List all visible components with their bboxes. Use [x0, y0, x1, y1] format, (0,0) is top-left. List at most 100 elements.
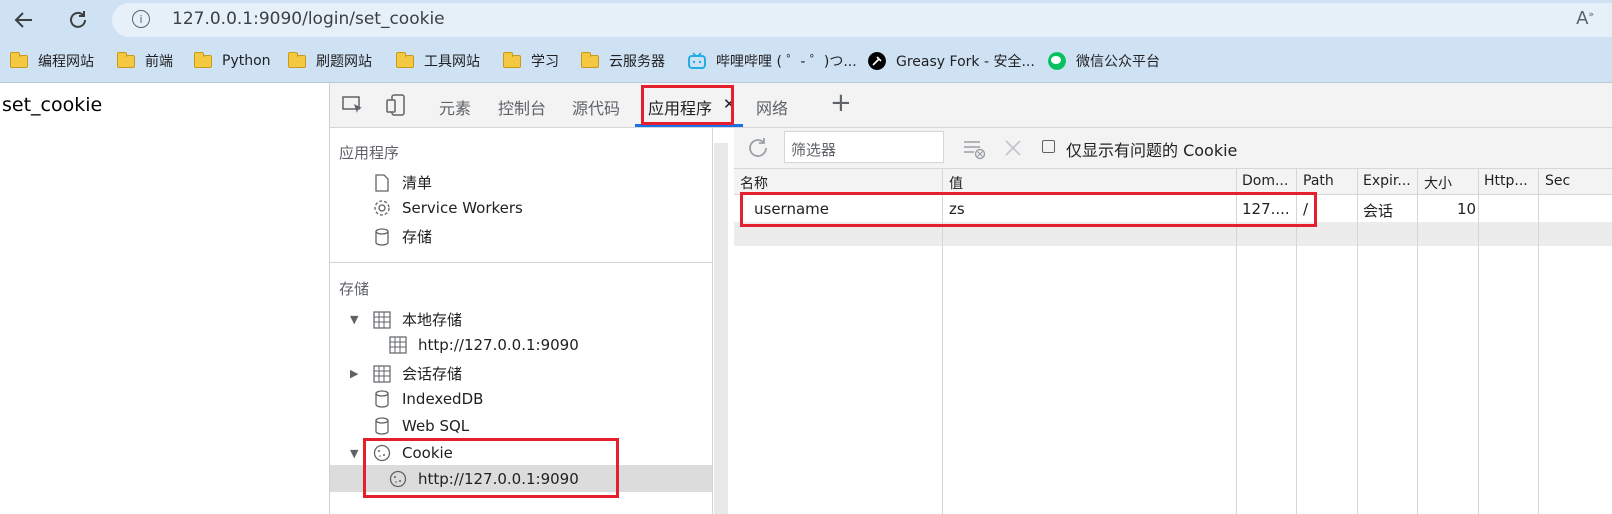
- sidebar-item-local-storage[interactable]: ▼ 本地存储: [350, 309, 462, 330]
- folder-icon: [396, 51, 414, 68]
- grid-icon: [373, 364, 391, 383]
- tab-console[interactable]: 控制台: [498, 95, 546, 119]
- bookmark-item[interactable]: 哔哩哔哩 ( ゜- ゜)つ...: [688, 50, 857, 72]
- folder-icon: [117, 51, 135, 68]
- column-divider: [1478, 169, 1479, 514]
- bookmark-label: 微信公众平台: [1076, 54, 1160, 70]
- sidebar-item-manifest[interactable]: 清单: [373, 172, 432, 193]
- bookmark-item[interactable]: 工具网站: [396, 50, 480, 72]
- cell-size: 10: [1457, 200, 1477, 218]
- bookmark-item[interactable]: 刷题网站: [288, 50, 372, 72]
- url-text: 127.0.0.1:9090/login/set_cookie: [172, 9, 445, 29]
- tab-sources[interactable]: 源代码: [572, 95, 620, 119]
- bookmark-item[interactable]: 前端: [117, 50, 173, 72]
- back-button[interactable]: [8, 4, 40, 36]
- column-divider: [1357, 169, 1358, 514]
- folder-icon: [581, 51, 599, 68]
- sidebar-item-label: 存储: [402, 228, 433, 246]
- bookmark-label: Python: [222, 53, 271, 69]
- bookmark-item[interactable]: 云服务器: [581, 50, 665, 72]
- greasyfork-icon: [868, 52, 886, 70]
- only-issues-checkbox[interactable]: [1042, 140, 1055, 153]
- bookmark-item[interactable]: Greasy Fork - 安全...: [868, 50, 1035, 72]
- highlight-box-cookie: [363, 438, 619, 498]
- reader-mode-icon[interactable]: A»: [1576, 8, 1594, 29]
- cookie-panel: 筛选器 仅显示有问题的 Cookie 名称 值 Dom... Path Expi…: [734, 128, 1612, 514]
- tab-network[interactable]: 网络: [756, 95, 788, 119]
- bookmark-label: 刷题网站: [316, 54, 372, 70]
- bookmark-item[interactable]: Python: [194, 50, 271, 72]
- sidebar-item-label: 本地存储: [402, 311, 463, 329]
- column-header-value[interactable]: 值: [949, 173, 963, 193]
- bookmark-item[interactable]: 编程网站: [10, 50, 94, 72]
- inspect-element-icon[interactable]: [342, 95, 364, 115]
- column-header-expires[interactable]: Expir...: [1363, 173, 1417, 189]
- divider: [330, 262, 712, 263]
- site-info-icon[interactable]: i: [132, 10, 150, 28]
- refresh-icon[interactable]: [746, 136, 770, 160]
- column-header-domain[interactable]: Dom...: [1242, 173, 1294, 189]
- bookmark-label: Greasy Fork - 安全...: [896, 54, 1035, 70]
- sidebar-item-session-storage[interactable]: ▶ 会话存储: [350, 363, 462, 384]
- expanded-triangle-icon[interactable]: ▼: [350, 313, 362, 326]
- wechat-icon: [1048, 52, 1066, 70]
- folder-icon: [10, 51, 28, 68]
- column-divider: [1538, 169, 1539, 514]
- section-title-application: 应用程序: [339, 144, 400, 162]
- application-sidebar: 应用程序 清单 Service Workers 存储 存储 ▼ 本地存储 htt…: [330, 128, 713, 514]
- column-header-path[interactable]: Path: [1303, 173, 1334, 189]
- database-icon: [375, 417, 389, 435]
- devtools-tabbar: 元素 控制台 源代码 应用程序 ✕ 网络 +: [330, 83, 1612, 128]
- sidebar-item-label: Web SQL: [402, 417, 470, 435]
- bookmark-item[interactable]: 微信公众平台: [1048, 50, 1160, 72]
- sidebar-item-storage[interactable]: 存储: [373, 226, 432, 247]
- delete-selected-icon[interactable]: [1004, 139, 1022, 157]
- sidebar-item-service-workers[interactable]: Service Workers: [373, 199, 523, 217]
- expanded-triangle-icon[interactable]: ▼: [350, 447, 362, 460]
- sidebar-item-label: IndexedDB: [402, 390, 484, 408]
- sidebar-item-label: 清单: [402, 174, 433, 192]
- sidebar-item-label: http://127.0.0.1:9090: [418, 336, 579, 354]
- page-body-text: set_cookie: [2, 94, 103, 116]
- database-icon: [375, 390, 389, 408]
- section-title-storage: 存储: [339, 280, 370, 298]
- bookmark-label: 云服务器: [609, 54, 665, 70]
- device-toolbar-icon[interactable]: [386, 94, 408, 116]
- folder-icon: [503, 51, 521, 68]
- document-icon: [375, 173, 389, 192]
- devtools-panel: 元素 控制台 源代码 应用程序 ✕ 网络 + 应用程序 清单 Service W…: [329, 83, 1612, 514]
- browser-toolbar: i 127.0.0.1:9090/login/set_cookie A»: [0, 0, 1612, 40]
- folder-icon: [194, 51, 212, 68]
- sidebar-scrollbar[interactable]: [714, 143, 728, 514]
- bookmark-label: 编程网站: [38, 54, 94, 70]
- collapsed-triangle-icon[interactable]: ▶: [350, 367, 362, 380]
- clear-filtered-icon[interactable]: [962, 138, 986, 160]
- column-header-secure[interactable]: Sec: [1545, 173, 1570, 189]
- column-header-size[interactable]: 大小: [1424, 173, 1452, 193]
- column-header-name[interactable]: 名称: [740, 173, 768, 193]
- tab-elements[interactable]: 元素: [439, 95, 471, 119]
- column-divider: [1417, 169, 1418, 514]
- sidebar-item-local-storage-origin[interactable]: http://127.0.0.1:9090: [389, 336, 579, 354]
- bookmark-item[interactable]: 学习: [503, 50, 559, 72]
- sidebar-item-indexeddb[interactable]: IndexedDB: [373, 390, 483, 408]
- sidebar-item-websql[interactable]: Web SQL: [373, 417, 469, 435]
- column-header-httponly[interactable]: Http...: [1484, 173, 1538, 189]
- database-icon: [375, 227, 389, 246]
- address-bar[interactable]: i 127.0.0.1:9090/login/set_cookie A»: [112, 3, 1612, 37]
- reload-button[interactable]: [62, 4, 94, 36]
- only-issues-label: 仅显示有问题的 Cookie: [1066, 141, 1238, 160]
- sidebar-item-label: Service Workers: [402, 199, 523, 217]
- gear-icon: [374, 200, 390, 216]
- highlight-box-application-tab: [641, 85, 734, 125]
- bookmark-label: 学习: [531, 54, 559, 70]
- folder-icon: [288, 51, 306, 68]
- back-arrow-icon: [14, 12, 32, 28]
- bookmarks-bar: 编程网站 前端 Python 刷题网站 工具网站 学习 云服务器 哔哩哔哩 ( …: [0, 40, 1612, 83]
- grid-icon: [389, 336, 407, 354]
- filter-input[interactable]: 筛选器: [784, 131, 944, 163]
- add-tab-icon[interactable]: +: [830, 88, 852, 118]
- cookie-toolbar: 筛选器 仅显示有问题的 Cookie: [734, 128, 1612, 169]
- highlight-box-cookie-row: [740, 192, 1317, 227]
- bookmark-label: 哔哩哔哩 ( ゜- ゜)つ...: [716, 54, 857, 70]
